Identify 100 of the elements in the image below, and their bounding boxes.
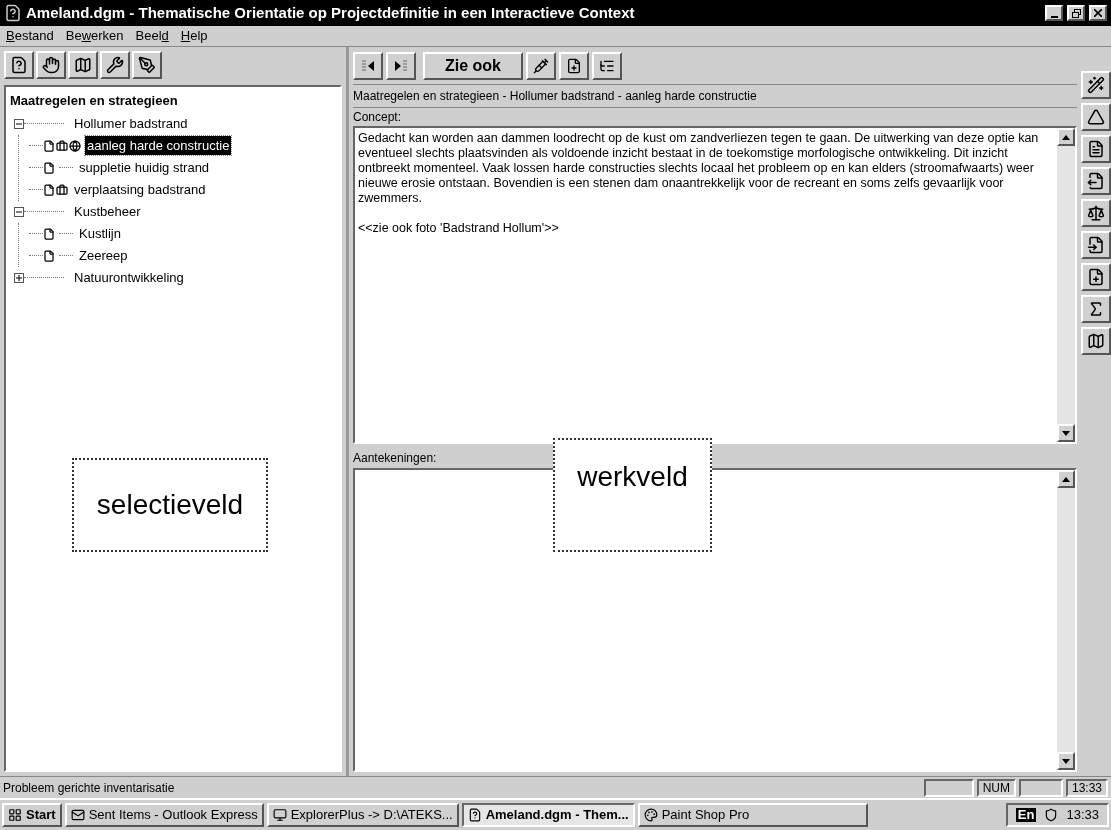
close-icon: [1094, 9, 1102, 17]
scales-icon: [1087, 204, 1105, 222]
side-tool-button[interactable]: [1081, 135, 1111, 163]
hand-tab[interactable]: [36, 51, 66, 79]
taskbar-button[interactable]: ExplorerPlus -> D:\ATEKS...: [266, 803, 459, 827]
concept-paragraph: <<zie ook foto 'Badstrand Hollum'>>: [358, 221, 560, 236]
syringe-icon: [533, 58, 549, 74]
list-icon: [599, 58, 615, 74]
app-icon: [467, 808, 482, 822]
scrollbar[interactable]: [1057, 470, 1075, 770]
side-tool-button[interactable]: [1081, 71, 1111, 99]
taskbar-button[interactable]: Sent Items - Outlook Express: [64, 803, 264, 827]
help-icon: [10, 56, 28, 74]
app-icon: [4, 4, 22, 22]
add-document-icon: [1087, 268, 1105, 286]
taskbar-button[interactable]: Ameland.dgm - Them...: [461, 803, 635, 827]
map-tab[interactable]: [68, 51, 98, 79]
triangle-icon: [1087, 108, 1105, 126]
window-title: Ameland.dgm - Thematische Orientatie op Projectdefinitie in een Interactieve Context: [26, 2, 636, 23]
up-arrow-icon: [1062, 134, 1070, 140]
tree-title: Maatregelen en strategieen: [10, 92, 179, 110]
case-icon: [56, 183, 68, 196]
scrollbar[interactable]: [1057, 128, 1075, 442]
expand-toggle[interactable]: [14, 272, 24, 283]
document-icon: [43, 183, 55, 196]
tree-item[interactable]: aanleg harde constructie: [85, 135, 232, 156]
import-icon: [1087, 236, 1105, 254]
down-arrow-icon: [1062, 758, 1070, 764]
shield-icon: [1044, 808, 1059, 822]
breadcrumb: Maatregelen en strategieen - Hollumer badstrand - aanleg harde constructie: [353, 84, 1077, 104]
status-clock: 13:33: [1065, 778, 1108, 797]
language-indicator[interactable]: En: [1015, 808, 1037, 822]
side-tool-button[interactable]: [1081, 327, 1111, 355]
concept-paragraph: Gedacht kan worden aan dammen loodrecht op de kust om zandverliezen tegen te gaan. De uitwerking van deze optie kan eventueel slechts plaatsvinden als voldoende inzicht bestaat in de toekomstige morfologische ontwikkeling. Dit inzicht ontbreekt momenteel. Vaak lossen harde constructies slechts locaal het probleem op en kan elders (stroomafwaarts) weer nieuwe erosie ontstaan. Bovendien is een stenen dam onaantrekkelijk voor de recreant en soms zelfs gevaarlijk voor zwemmers.: [358, 131, 1040, 206]
menu-item[interactable]: Bewerken: [59, 26, 130, 46]
document-icon: [43, 161, 55, 174]
document-icon: [43, 227, 55, 240]
document-icon: [43, 139, 55, 152]
wrench-icon: [106, 56, 124, 74]
start-button[interactable]: Start: [2, 803, 62, 827]
help-tab[interactable]: [4, 51, 34, 79]
tree-item[interactable]: verplaatsing badstrand: [72, 179, 208, 200]
add-document-button[interactable]: [559, 52, 589, 80]
map-icon: [1087, 332, 1105, 350]
status-panel: [923, 778, 974, 797]
tree-item[interactable]: suppletie huidig strand: [77, 157, 212, 178]
see-also-button[interactable]: Zie ook: [423, 52, 523, 80]
tree-item[interactable]: Zeereep: [77, 245, 130, 266]
side-tool-button[interactable]: [1081, 295, 1111, 323]
side-tool-button[interactable]: [1081, 167, 1111, 195]
add-document-icon: [566, 58, 582, 74]
annotation-label: selectieveld: [72, 458, 268, 552]
pen-icon: [138, 56, 156, 74]
tree-item[interactable]: Hollumer badstrand: [72, 113, 190, 134]
side-tool-button[interactable]: [1081, 199, 1111, 227]
annotation-label: werkveld: [553, 438, 712, 552]
globe-icon: [69, 139, 81, 152]
notes-label: Aantekeningen:: [353, 450, 438, 465]
side-tool-button[interactable]: [1081, 103, 1111, 131]
hand-icon: [42, 56, 60, 74]
close-button[interactable]: [1089, 5, 1107, 21]
plus-icon: [16, 274, 22, 281]
document-arrow-icon: [1087, 172, 1105, 190]
tree-item[interactable]: Natuurontwikkeling: [72, 267, 186, 288]
tools-tab[interactable]: [100, 51, 130, 79]
restore-icon: [1071, 8, 1081, 18]
menu-item[interactable]: Help: [174, 26, 214, 46]
tree-item[interactable]: Kustlijn: [77, 223, 123, 244]
side-tool-button[interactable]: [1081, 263, 1111, 291]
status-panel: [1018, 778, 1063, 797]
minimize-icon: [1050, 16, 1058, 18]
menu-item[interactable]: Bestand: [0, 26, 60, 46]
collapse-toggle[interactable]: [14, 206, 24, 217]
document-icon: [1087, 140, 1105, 158]
mail-icon: [70, 808, 85, 822]
back-icon: [360, 59, 376, 73]
case-icon: [56, 139, 68, 152]
forward-icon: [393, 59, 409, 73]
outline-button[interactable]: [592, 52, 622, 80]
minimize-button[interactable]: [1045, 5, 1063, 21]
windows-icon: [8, 808, 22, 822]
concept-text-area[interactable]: [353, 126, 1077, 444]
collapse-toggle[interactable]: [14, 118, 24, 129]
side-tool-button[interactable]: [1081, 231, 1111, 259]
num-lock-indicator: NUM: [976, 778, 1016, 797]
down-arrow-icon: [1062, 430, 1070, 436]
menu-item[interactable]: Beeld: [129, 26, 175, 46]
monitor-icon: [272, 808, 287, 822]
back-button[interactable]: [353, 52, 383, 80]
map-icon: [74, 56, 92, 74]
tray-clock: 13:33: [1066, 806, 1099, 825]
forward-button[interactable]: [386, 52, 416, 80]
syringe-button[interactable]: [526, 52, 556, 80]
up-arrow-icon: [1062, 476, 1070, 482]
restore-button[interactable]: [1067, 5, 1085, 21]
taskbar-button[interactable]: Paint Shop Pro: [637, 803, 868, 827]
tree-item[interactable]: Kustbeheer: [72, 201, 143, 222]
document-icon: [43, 249, 55, 262]
status-message: Probleem gerichte inventarisatie: [3, 779, 176, 797]
drawing-tab[interactable]: [132, 51, 162, 79]
